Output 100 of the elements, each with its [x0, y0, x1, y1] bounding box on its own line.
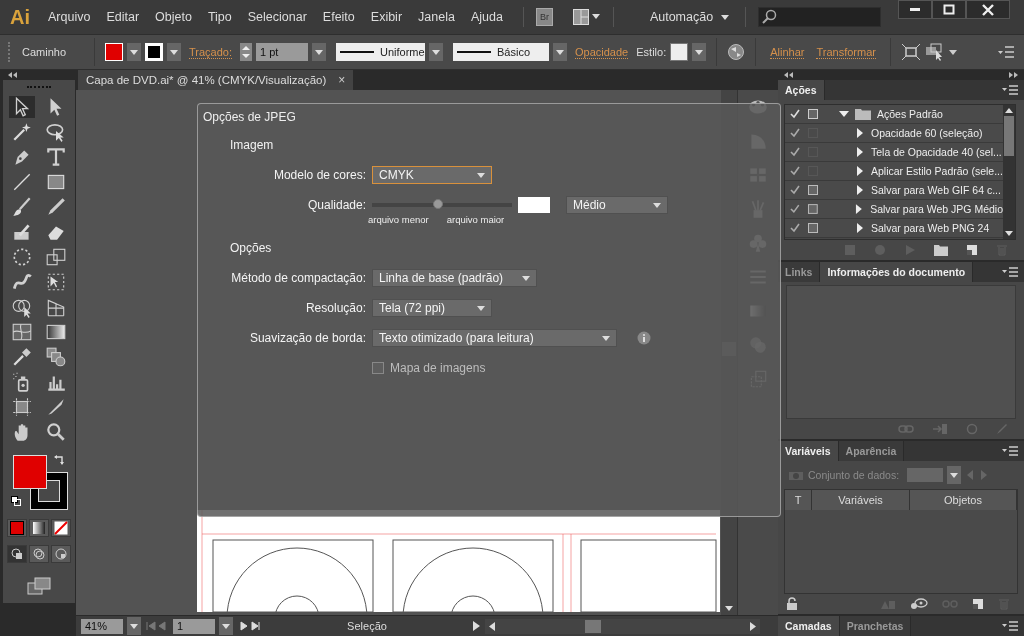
check-icon[interactable]	[789, 203, 801, 215]
play-icon[interactable]	[471, 620, 481, 632]
dropdown-button[interactable]	[553, 43, 567, 61]
draw-inside-button[interactable]	[51, 545, 71, 563]
horizontal-scrollbar[interactable]	[485, 618, 760, 634]
lock-icon[interactable]	[786, 597, 798, 611]
dialog-toggle-icon[interactable]	[807, 184, 819, 196]
menu-item[interactable]: Selecionar	[239, 10, 315, 24]
dropdown-button[interactable]	[127, 617, 141, 635]
search-field[interactable]	[758, 7, 882, 27]
down-arrow-icon[interactable]	[1005, 231, 1013, 236]
column-header[interactable]: Variáveis	[812, 490, 910, 510]
disclosure-icon[interactable]	[855, 166, 865, 176]
check-icon[interactable]	[789, 222, 801, 234]
profile-select[interactable]: Uniforme	[336, 43, 425, 61]
document-tab[interactable]: Capa de DVD.ai* @ 41% (CMYK/Visualização) ×	[78, 70, 354, 90]
panel-menu-icon[interactable]	[1002, 85, 1018, 95]
fill-color-swatch[interactable]	[13, 455, 47, 489]
panel-menu-icon[interactable]	[998, 46, 1014, 58]
dropdown-button[interactable]	[429, 43, 443, 61]
panel-tab[interactable]: Variáveis	[778, 441, 839, 461]
close-tab-button[interactable]: ×	[338, 73, 346, 87]
stroke-color-swatch[interactable]	[31, 473, 67, 509]
check-icon[interactable]	[789, 165, 801, 177]
menu-item[interactable]: Exibir	[362, 10, 411, 24]
quality-preset-select[interactable]: Médio	[566, 196, 668, 214]
menu-item[interactable]: Tipo	[199, 10, 240, 24]
pointer-icon[interactable]	[9, 96, 35, 118]
check-icon[interactable]	[789, 146, 801, 158]
scrollbar-thumb[interactable]	[585, 619, 601, 633]
compression-select[interactable]: Linha de base (padrão)	[372, 269, 537, 287]
right-arrow-icon[interactable]	[750, 621, 756, 631]
dataset-field[interactable]	[907, 468, 944, 482]
transform-link[interactable]: Transformar	[816, 45, 876, 59]
disclosure-icon[interactable]	[855, 223, 865, 233]
menu-item[interactable]: Janela	[410, 10, 463, 24]
fill-swatch[interactable]	[105, 43, 123, 61]
color-mode-button[interactable]	[7, 519, 27, 537]
menu-item[interactable]: Efeito	[314, 10, 363, 24]
panel-tab[interactable]: Ações	[778, 80, 825, 100]
check-icon[interactable]	[789, 184, 801, 196]
antialias-select[interactable]: Texto otimizado (para leitura)	[372, 329, 617, 347]
disclosure-icon[interactable]	[855, 185, 865, 195]
default-colors-icon[interactable]	[11, 496, 21, 506]
first-page-icon[interactable]	[145, 620, 169, 632]
dropdown-button[interactable]	[692, 43, 707, 61]
select-similar-icon[interactable]	[924, 43, 959, 61]
draw-normal-button[interactable]	[7, 545, 27, 563]
screen-mode-icon[interactable]	[27, 577, 51, 595]
dropdown-button[interactable]	[167, 43, 181, 61]
dropdown-button[interactable]	[312, 43, 326, 61]
artboard-field[interactable]: 1	[173, 618, 215, 634]
style-swatch[interactable]	[670, 43, 689, 61]
isolate-icon[interactable]	[900, 43, 921, 61]
dialog-toggle-icon[interactable]	[807, 222, 819, 234]
column-header[interactable]: Objetos	[910, 490, 1017, 510]
stroke-link[interactable]: Traçado:	[189, 45, 232, 59]
dropdown-button[interactable]	[127, 43, 141, 61]
dialog-toggle-icon[interactable]	[806, 203, 819, 215]
panel-menu-icon[interactable]	[1002, 446, 1018, 456]
brush-select[interactable]: Básico	[453, 43, 549, 61]
panel-menu-icon[interactable]	[1002, 621, 1018, 631]
close-button[interactable]	[966, 0, 1010, 19]
panel-tab[interactable]: Aparência	[838, 441, 905, 461]
panel-tab[interactable]: Pranchetas	[839, 616, 912, 636]
color-model-select[interactable]: CMYK	[372, 166, 492, 184]
spinner-icon[interactable]	[240, 43, 252, 61]
minimize-button[interactable]	[898, 0, 932, 19]
workspace-switcher[interactable]: Automação	[645, 10, 734, 24]
gradient-mode-button[interactable]	[29, 519, 49, 537]
eye-gear-icon[interactable]	[910, 598, 928, 610]
resolution-select[interactable]: Tela (72 ppi)	[372, 299, 492, 317]
info-icon[interactable]	[637, 331, 651, 345]
dropdown-button[interactable]	[219, 617, 233, 635]
zoom-field[interactable]: 41%	[81, 618, 123, 634]
left-arrow-icon[interactable]	[489, 621, 495, 631]
quality-field[interactable]	[518, 197, 550, 213]
menu-item[interactable]: Editar	[98, 10, 148, 24]
down-arrow-icon[interactable]	[725, 606, 733, 611]
panel-tab[interactable]: Links	[778, 262, 821, 282]
check-icon[interactable]	[789, 127, 801, 139]
collapse-icon[interactable]	[784, 72, 793, 78]
panel-menu-icon[interactable]	[1002, 267, 1018, 277]
up-arrow-icon[interactable]	[1005, 108, 1013, 113]
disclosure-icon[interactable]	[839, 109, 849, 119]
column-header[interactable]: T	[785, 490, 812, 510]
globe-icon[interactable]	[727, 43, 746, 61]
collapse-icon[interactable]	[8, 72, 17, 78]
dropdown-button[interactable]	[947, 466, 962, 484]
align-link[interactable]: Alinhar	[770, 45, 805, 59]
panel-tab[interactable]: Informações do documento	[820, 262, 974, 282]
stroke-weight-field[interactable]: 1 pt	[256, 43, 308, 61]
new-item-icon[interactable]	[972, 598, 984, 610]
menu-item[interactable]: Ajuda	[462, 10, 511, 24]
none-mode-button[interactable]	[51, 519, 71, 537]
layout-icon[interactable]	[572, 9, 601, 25]
new-item-icon[interactable]	[966, 244, 978, 256]
bridge-button[interactable]: Br	[535, 8, 553, 26]
slider-thumb[interactable]	[432, 199, 443, 209]
folder-icon[interactable]	[934, 244, 948, 256]
